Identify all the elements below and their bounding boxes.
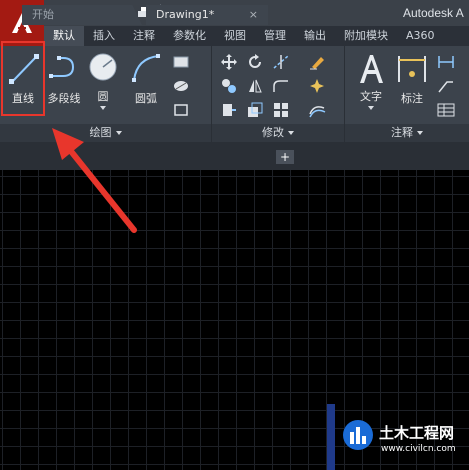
watermark: 土木工程网 www.civilcn.com: [327, 404, 469, 470]
watermark-title: 土木工程网: [379, 424, 455, 442]
arrow-shaft: [67, 147, 137, 233]
arrow-head: [52, 128, 84, 160]
watermark-logo: [343, 420, 373, 450]
annotation-arrow: [52, 128, 137, 233]
watermark-url: www.civilcn.com: [381, 444, 456, 454]
watermark-bar: [327, 404, 335, 470]
